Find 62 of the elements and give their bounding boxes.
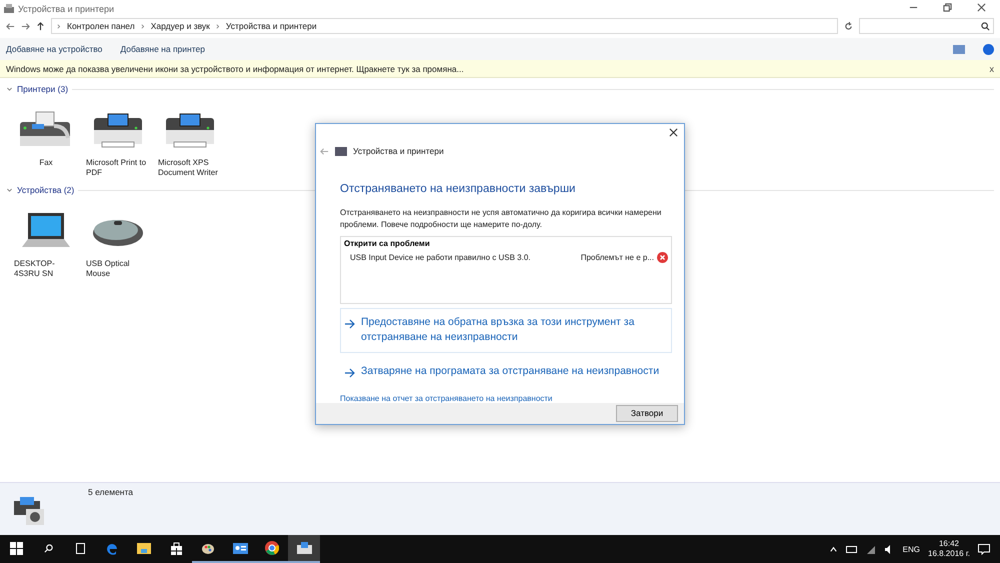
dialog-message: Отстраняването на неизправности не успя автоматично да коригира всички намерени проблеми. Повече подробности ще намерите по-долу.	[340, 207, 662, 230]
shopping-bag-icon[interactable]	[170, 542, 182, 554]
battery-icon[interactable]	[846, 546, 858, 552]
close-dialog-button[interactable]: Затвори	[616, 404, 678, 422]
toolbar-button[interactable]: Добавяне на принтер	[120, 44, 205, 54]
edge-icon[interactable]	[105, 541, 119, 555]
search-icon	[981, 22, 990, 30]
arrow-right-icon	[345, 319, 355, 330]
breadcrumb-item[interactable]: Контролен панел	[67, 21, 135, 31]
chevron-up-icon[interactable]	[828, 544, 838, 554]
close-button[interactable]: x	[990, 64, 994, 74]
group-title[interactable]: Устройства (2)	[17, 185, 74, 195]
refresh-icon[interactable]	[844, 22, 853, 30]
address-bar[interactable]: Контролен панел Хардуер и звук Устройства и принтери	[51, 18, 838, 34]
folder-icon[interactable]	[137, 542, 151, 554]
language-indicator[interactable]: ENG	[902, 544, 920, 554]
back-icon[interactable]	[6, 22, 15, 30]
wifi-icon[interactable]	[866, 544, 876, 554]
chrome-icon[interactable]	[265, 541, 279, 555]
problem-status: Проблемът не е р...	[580, 253, 654, 262]
printer-icon[interactable]	[296, 542, 312, 554]
breadcrumb-item[interactable]: Хардуер и звук	[150, 21, 210, 31]
close-icon[interactable]	[976, 2, 986, 12]
error-icon	[657, 252, 668, 264]
item-count: 5 елемента	[88, 487, 134, 499]
task-view-icon[interactable]	[74, 542, 86, 554]
notification-icon[interactable]	[978, 544, 990, 554]
search-icon[interactable]	[44, 544, 52, 552]
group-title[interactable]: Принтери (3)	[17, 84, 68, 94]
arrow-right-icon	[345, 368, 355, 378]
up-icon[interactable]	[36, 22, 45, 30]
printer-icon	[4, 4, 14, 13]
problems-title: Открити са проблеми	[344, 239, 431, 248]
item-label[interactable]: Microsoft Print to PDF	[86, 158, 150, 179]
item-label[interactable]: Fax	[14, 158, 78, 179]
item-label[interactable]: DESKTOP-4S3RU SN	[14, 259, 78, 280]
action-link[interactable]: Предоставяне на обратна връзка за този инструмент за отстраняване на неизправности	[340, 308, 672, 353]
window-title: Устройства и принтери	[18, 4, 116, 14]
info-bar[interactable]: Windows може да показва увеличени икони за устройството и информация от интернет. Щракнете тук за промяна... x	[0, 60, 1000, 78]
chevron-right-icon	[214, 22, 221, 30]
view-options-icon[interactable]	[953, 44, 965, 54]
dialog-title: Устройства и принтери	[353, 146, 444, 156]
item-label[interactable]: USB Optical Mouse	[86, 259, 150, 280]
forward-icon[interactable]	[21, 22, 30, 30]
breadcrumb-item[interactable]: Устройства и принтери	[226, 21, 317, 31]
contact-card-icon[interactable]	[232, 542, 248, 554]
chevron-right-icon	[140, 22, 146, 30]
problem-name: USB Input Device не работи правилно с USB 3.0.	[350, 253, 532, 262]
search-field[interactable]	[859, 18, 994, 34]
chevron-right-icon	[56, 22, 62, 30]
info-text[interactable]: Windows може да показва увеличени икони за устройството и информация от интернет. Щракнете тук за промяна...	[6, 64, 990, 74]
close-icon[interactable]	[669, 128, 678, 137]
windows-start-icon[interactable]	[10, 542, 22, 554]
clock[interactable]: 16:42 16.8.2016 г.	[928, 538, 970, 560]
printer-icon	[335, 146, 347, 156]
toolbar-button[interactable]: Добавяне на устройство	[6, 44, 102, 54]
help-icon[interactable]	[983, 44, 994, 54]
restore-icon[interactable]	[942, 2, 952, 12]
dialog-heading: Отстраняването на неизправности завърши	[340, 183, 576, 195]
item-label[interactable]: Microsoft XPS Document Writer	[158, 158, 222, 179]
palette-icon[interactable]	[201, 541, 215, 555]
report-link[interactable]: Показване на отчет за отстраняването на неизправности	[340, 394, 672, 403]
